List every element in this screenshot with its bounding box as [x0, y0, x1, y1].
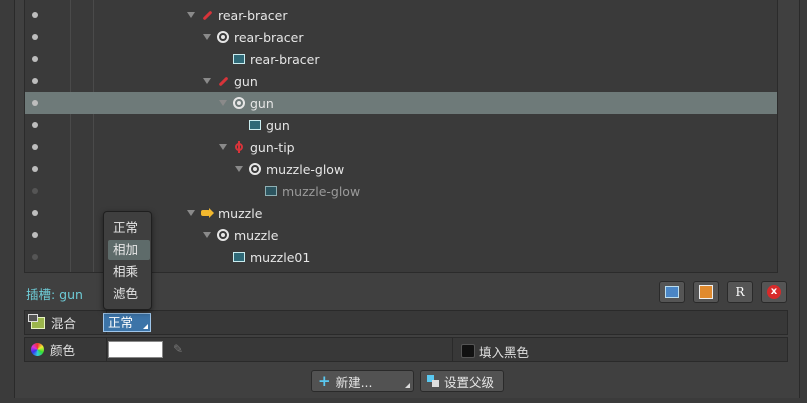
paste-button[interactable] — [693, 281, 719, 303]
bone-icon — [201, 9, 213, 21]
color-row: 颜色 ✎ 填入黑色 — [24, 337, 788, 362]
tree-node-label: muzzle — [234, 227, 279, 243]
expand-arrow-icon[interactable] — [187, 210, 195, 216]
new-button[interactable]: + 新建... — [311, 370, 414, 392]
path-icon — [201, 207, 214, 219]
duplicate-icon — [665, 286, 679, 298]
expand-arrow-icon[interactable] — [219, 100, 227, 106]
tree-node-label: gun — [250, 95, 274, 111]
paste-icon — [699, 285, 713, 299]
tree-row[interactable]: gun — [25, 70, 777, 92]
expand-arrow-icon[interactable] — [203, 78, 211, 84]
visibility-dot-icon[interactable] — [32, 232, 38, 238]
tree-row[interactable]: gun — [25, 114, 777, 136]
expand-arrow-icon[interactable] — [235, 166, 243, 172]
set-parent-button-label: 设置父级 — [444, 374, 495, 390]
delete-button[interactable]: x — [761, 281, 787, 303]
tree-node: rear-bracer — [203, 26, 304, 48]
new-button-label: 新建... — [335, 374, 373, 390]
visibility-dot-icon[interactable] — [32, 100, 38, 106]
visibility-dot-icon[interactable] — [32, 188, 38, 194]
eyedropper-icon[interactable]: ✎ — [173, 342, 187, 356]
tree-node-label: rear-bracer — [234, 29, 304, 45]
expand-arrow-icon[interactable] — [203, 34, 211, 40]
tree-row[interactable]: rear-bracer — [25, 48, 777, 70]
color-name-cell: 颜色 — [25, 338, 107, 361]
visibility-dot-icon[interactable] — [32, 166, 38, 172]
tree-node: muzzle — [187, 202, 262, 224]
tree-node: gun-tip — [219, 136, 295, 158]
tree-node-label: muzzle — [218, 205, 263, 221]
bone-icon — [217, 75, 229, 87]
slot-icon — [217, 31, 229, 43]
duplicate-button[interactable] — [659, 281, 685, 303]
tree-node-label: rear-bracer — [250, 51, 320, 67]
visibility-dot-icon[interactable] — [32, 122, 38, 128]
attachment-icon — [265, 186, 277, 196]
set-parent-icon — [427, 375, 439, 387]
tree-node-label: rear-bracer — [218, 7, 288, 23]
fill-black-label: 填入黑色 — [479, 345, 530, 360]
visibility-dot-icon[interactable] — [32, 78, 38, 84]
fill-black-checkbox[interactable] — [461, 344, 475, 358]
tree-row[interactable]: muzzle-glow — [25, 180, 777, 202]
tree-node-label: muzzle-glow — [282, 183, 361, 199]
tree-row[interactable]: gun-tip — [25, 136, 777, 158]
tree-node-label: gun — [234, 73, 258, 89]
blend-name-cell: 混合 — [25, 311, 107, 334]
blend-mode-select[interactable]: 正常 — [103, 313, 151, 332]
visibility-dot-icon[interactable] — [32, 56, 38, 62]
visibility-dot-icon[interactable] — [32, 34, 38, 40]
blend-option[interactable]: 滤色 — [108, 284, 150, 304]
tree-row[interactable]: gun — [25, 92, 777, 114]
rename-button[interactable]: R — [727, 281, 753, 303]
expand-arrow-icon[interactable] — [187, 12, 195, 18]
visibility-dot-icon[interactable] — [32, 210, 38, 216]
attachment-icon — [233, 252, 245, 262]
tree-node: gun — [203, 70, 258, 92]
blend-label: 混合 — [51, 316, 77, 331]
blend-option[interactable]: 相加 — [108, 240, 150, 260]
tree-node: rear-bracer — [187, 4, 288, 26]
visibility-dot-icon[interactable] — [32, 144, 38, 150]
tree-node-label: gun — [266, 117, 290, 133]
target-icon — [233, 141, 245, 153]
tree-node: muzzle — [203, 224, 278, 246]
plus-icon: + — [318, 372, 331, 390]
selected-slot-label: 插槽: gun — [26, 287, 83, 302]
tree-node: rear-bracer — [233, 48, 320, 70]
expand-arrow-icon[interactable] — [203, 232, 211, 238]
attachment-icon — [233, 54, 245, 64]
tree-node-label: gun-tip — [250, 139, 295, 155]
color-swatch[interactable] — [108, 341, 163, 358]
tree-node: gun — [249, 114, 290, 136]
color-wheel-icon — [31, 343, 44, 356]
tree-node-label: muzzle01 — [250, 249, 311, 265]
blend-option[interactable]: 相乘 — [108, 262, 150, 282]
tree-node-label: muzzle-glow — [266, 161, 345, 177]
blend-icon — [28, 313, 45, 329]
delete-icon: x — [767, 285, 781, 299]
expand-arrow-icon[interactable] — [219, 144, 227, 150]
slot-icon — [217, 229, 229, 241]
tree-node: gun — [219, 92, 274, 114]
visibility-dot-icon[interactable] — [32, 12, 38, 18]
visibility-dot-icon[interactable] — [32, 254, 38, 260]
tree-node: muzzle01 — [233, 246, 310, 268]
color-label: 颜色 — [50, 343, 76, 358]
column-divider — [452, 338, 453, 361]
slot-icon — [233, 97, 245, 109]
tree-row[interactable]: rear-bracer — [25, 4, 777, 26]
blend-option[interactable]: 正常 — [108, 218, 150, 238]
set-parent-button[interactable]: 设置父级 — [420, 370, 504, 392]
blend-mode-dropdown: 正常 相加 相乘 滤色 — [103, 211, 152, 310]
tree-node: muzzle-glow — [235, 158, 344, 180]
attachment-icon — [249, 120, 261, 130]
tree-row[interactable]: rear-bracer — [25, 26, 777, 48]
blend-row: 混合 正常 — [24, 310, 788, 335]
slot-icon — [249, 163, 261, 175]
tree-row[interactable]: muzzle-glow — [25, 158, 777, 180]
rename-icon: R — [735, 285, 745, 299]
tree-node: muzzle-glow — [265, 180, 360, 202]
